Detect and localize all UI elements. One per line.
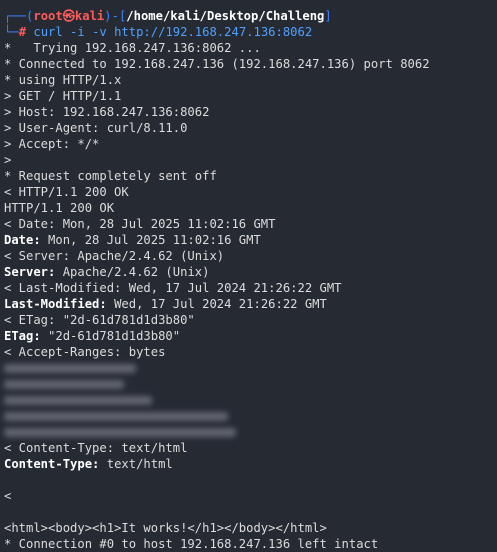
prompt-at-icon: ㉿ [62,9,75,23]
header-key: Last-Modified: [4,297,107,311]
prompt-corner-bottom: └─ [4,25,19,39]
prompt-host: kali [74,9,105,23]
redaction-blur [4,380,124,389]
header-value: Wed, 17 Jul 2024 21:26:22 GMT [106,297,327,311]
redaction-blur [4,428,236,437]
redacted-line [4,360,497,376]
output-line: * Request completely sent off [4,169,217,183]
output-line: < Server: Apache/2.4.62 (Unix) [4,249,225,263]
header-value: Mon, 28 Jul 2025 11:02:16 GMT [40,233,261,247]
header-line: Date: Mon, 28 Jul 2025 11:02:16 GMT [4,232,497,248]
response-body: <html><body><h1>It works!</h1></body></h… [4,521,327,535]
prompt-line: ┌──(root㉿kali)-[/home/kali/Desktop/Chall… [4,9,332,23]
redacted-line [4,408,497,424]
output-line: < Content-Type: text/html [4,441,188,455]
redacted-line [4,424,497,440]
header-key: ETag: [4,329,41,343]
output-line: > [4,153,12,167]
output-line: < Date: Mon, 28 Jul 2025 11:02:16 GMT [4,217,276,231]
output-line: HTTP/1.1 200 OK [4,201,115,215]
header-key: Server: [4,265,56,279]
redaction-blur [4,412,228,421]
header-line: Content-Type: text/html [4,456,497,472]
command-line[interactable]: └─# curl -i -v http://192.168.247.136:80… [4,24,497,40]
output-line: < Last-Modified: Wed, 17 Jul 2024 21:26:… [4,281,342,295]
redacted-line [4,392,497,408]
output-line: * using HTTP/1.x [4,73,122,87]
header-key: Date: [4,233,41,247]
prompt-user: root [33,9,63,23]
output-line: * Connection #0 to host 192.168.247.136 … [4,537,379,551]
header-line: Last-Modified: Wed, 17 Jul 2024 21:26:22… [4,296,497,312]
output-line: < HTTP/1.1 200 OK [4,185,129,199]
header-value: "2d-61d781d1d3b80" [40,329,181,343]
output-line: * Connected to 192.168.247.136 (192.168.… [4,57,430,71]
output-line: < Accept-Ranges: bytes [4,345,166,359]
header-key: Content-Type: [4,457,100,471]
prompt-path: /home/kali/Desktop/Challeng [126,9,325,23]
header-value: text/html [99,457,173,471]
header-value: Apache/2.4.62 (Unix) [55,265,210,279]
output-line: * Trying 192.168.247.136:8062 ... [4,41,261,55]
command-text: curl -i -v http://192.168.247.136:8062 [33,25,313,39]
output-line: > Host: 192.168.247.136:8062 [4,105,210,119]
prompt-symbol: # [18,25,27,39]
prompt-corner-top: ┌──( [4,9,34,23]
header-line: ETag: "2d-61d781d1d3b80" [4,328,497,344]
output-line: > User-Agent: curl/8.11.0 [4,121,188,135]
output-line: > GET / HTTP/1.1 [4,89,122,103]
header-line: Server: Apache/2.4.62 (Unix) [4,264,497,280]
output-line: < [4,489,12,503]
output-line: > Accept: */* [4,137,100,151]
output-line: < ETag: "2d-61d781d1d3b80" [4,313,195,327]
redaction-blur [4,364,136,373]
redacted-line [4,376,497,392]
redaction-blur [4,396,152,405]
terminal-output: ┌──(root㉿kali)-[/home/kali/Desktop/Chall… [4,8,497,552]
